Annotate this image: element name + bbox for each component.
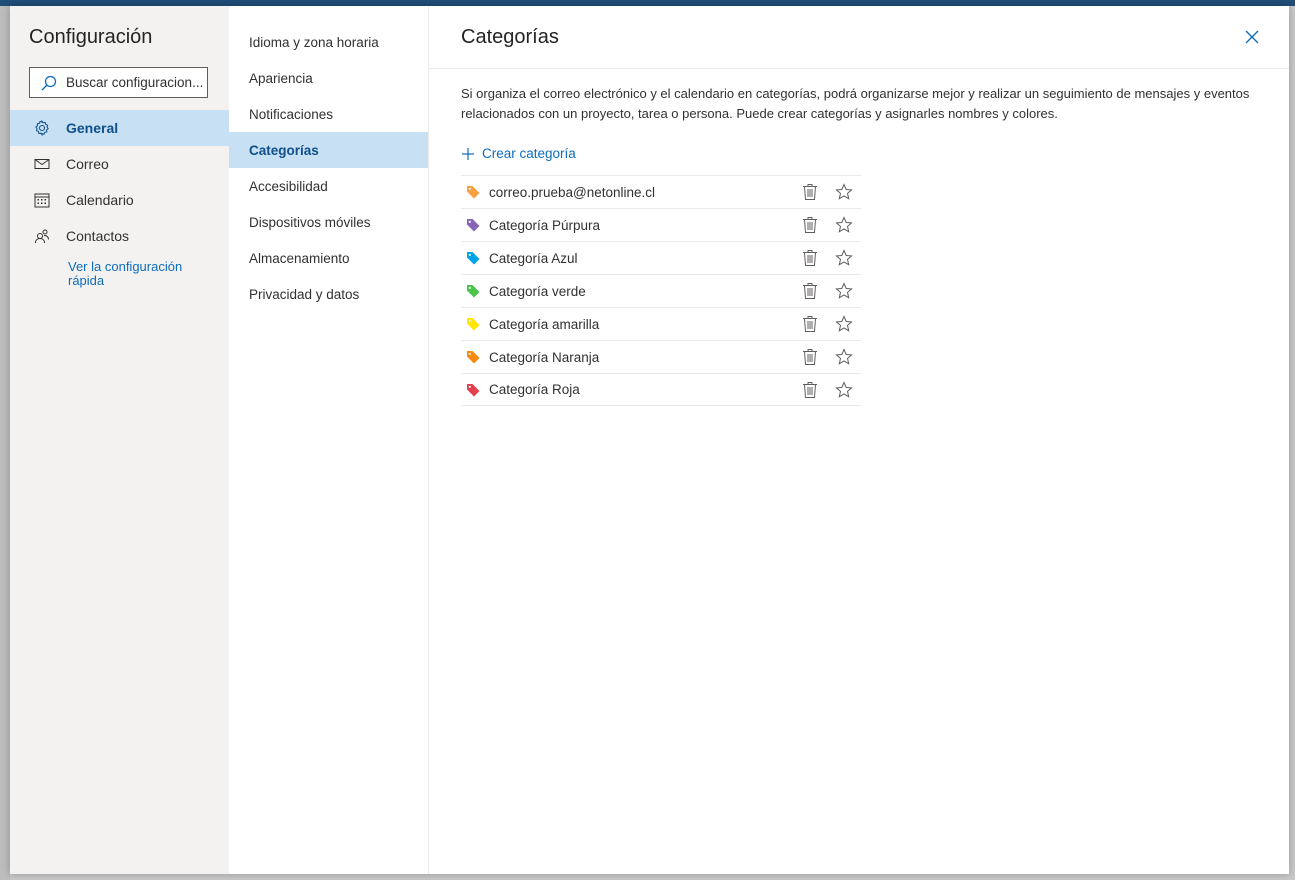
- quick-settings-link[interactable]: Ver la configuración rápida: [68, 260, 218, 288]
- people-icon: [34, 228, 50, 244]
- trash-icon: [803, 184, 817, 200]
- delete-category-button[interactable]: [802, 315, 818, 333]
- category-row: Categoría Púrpura: [461, 208, 861, 241]
- settings-subnav-list: Idioma y zona horaria Apariencia Notific…: [229, 24, 428, 312]
- sidebar-item-mail[interactable]: Correo: [10, 146, 229, 182]
- tag-icon: [467, 285, 480, 298]
- favorite-category-button[interactable]: [835, 348, 853, 366]
- subnav-item-notifications[interactable]: Notificaciones: [229, 96, 428, 132]
- tag-icon: [467, 318, 480, 331]
- categories-panel: Categorías Si organiza el correo electró…: [429, 6, 1289, 874]
- delete-category-button[interactable]: [802, 183, 818, 201]
- favorite-category-button[interactable]: [835, 282, 853, 300]
- favorite-category-button[interactable]: [835, 216, 853, 234]
- tag-icon: [467, 383, 480, 396]
- subnav-item-categories[interactable]: Categorías: [229, 132, 428, 168]
- category-row: Categoría Azul: [461, 241, 861, 274]
- trash-icon: [803, 217, 817, 233]
- star-icon: [835, 348, 853, 365]
- star-icon: [835, 216, 853, 233]
- star-icon: [835, 381, 853, 398]
- settings-subnav: Idioma y zona horaria Apariencia Notific…: [229, 6, 429, 874]
- plus-icon: [462, 147, 474, 160]
- category-name: Categoría Azul: [489, 250, 578, 266]
- favorite-category-button[interactable]: [835, 381, 853, 399]
- settings-search-box[interactable]: [29, 67, 208, 98]
- sidebar-item-label: Calendario: [66, 192, 134, 208]
- sidebar-item-calendar[interactable]: Calendario: [10, 182, 229, 218]
- subnav-item-language[interactable]: Idioma y zona horaria: [229, 24, 428, 60]
- category-row: Categoría Roja: [461, 373, 861, 406]
- header-divider: [429, 68, 1289, 69]
- subnav-item-mobile-devices[interactable]: Dispositivos móviles: [229, 204, 428, 240]
- sidebar-item-contacts[interactable]: Contactos: [10, 218, 229, 254]
- category-name: Categoría Naranja: [489, 349, 600, 365]
- search-icon: [40, 74, 58, 92]
- category-row: Categoría amarilla: [461, 307, 861, 340]
- delete-category-button[interactable]: [802, 381, 818, 399]
- delete-category-button[interactable]: [802, 282, 818, 300]
- delete-category-button[interactable]: [802, 348, 818, 366]
- favorite-category-button[interactable]: [835, 249, 853, 267]
- page-title: Categorías: [461, 26, 559, 48]
- star-icon: [835, 183, 853, 200]
- settings-sidebar: Configuración General Correo: [10, 6, 229, 874]
- subnav-item-storage[interactable]: Almacenamiento: [229, 240, 428, 276]
- star-icon: [835, 249, 853, 266]
- category-name: Categoría Púrpura: [489, 217, 601, 233]
- settings-dialog: Configuración General Correo: [10, 6, 1289, 874]
- favorite-category-button[interactable]: [835, 183, 853, 201]
- subnav-item-accessibility[interactable]: Accesibilidad: [229, 168, 428, 204]
- tag-icon: [467, 351, 480, 364]
- create-category-button[interactable]: Crear categoría: [461, 146, 576, 161]
- trash-icon: [803, 382, 817, 398]
- tag-icon: [467, 252, 480, 265]
- trash-icon: [803, 250, 817, 266]
- category-name: Categoría amarilla: [489, 316, 600, 332]
- category-list: correo.prueba@netonline.cl Categoría Púr…: [461, 175, 861, 406]
- favorite-category-button[interactable]: [835, 315, 853, 333]
- category-row: Categoría verde: [461, 274, 861, 307]
- close-button[interactable]: [1243, 28, 1261, 46]
- category-name: Categoría verde: [489, 283, 586, 299]
- subnav-item-appearance[interactable]: Apariencia: [229, 60, 428, 96]
- background-app-strip: [0, 6, 10, 880]
- mail-icon: [34, 156, 50, 172]
- tag-icon: [467, 186, 480, 199]
- settings-title: Configuración: [29, 26, 153, 48]
- settings-sidebar-list: General Correo Calendario Contactos: [10, 110, 229, 254]
- category-row: correo.prueba@netonline.cl: [461, 175, 861, 208]
- delete-category-button[interactable]: [802, 249, 818, 267]
- category-row: Categoría Naranja: [461, 340, 861, 373]
- category-name: Categoría Roja: [489, 382, 580, 397]
- delete-category-button[interactable]: [802, 216, 818, 234]
- sidebar-item-label: Contactos: [66, 228, 130, 244]
- category-name: correo.prueba@netonline.cl: [489, 184, 656, 200]
- gear-icon: [34, 120, 50, 136]
- sidebar-item-label: General: [66, 120, 119, 136]
- calendar-icon: [34, 192, 50, 208]
- subnav-item-privacy[interactable]: Privacidad y datos: [229, 276, 428, 312]
- trash-icon: [803, 283, 817, 299]
- close-icon: [1245, 30, 1259, 44]
- trash-icon: [803, 349, 817, 365]
- star-icon: [835, 282, 853, 299]
- trash-icon: [803, 316, 817, 332]
- star-icon: [835, 315, 853, 332]
- create-category-label: Crear categoría: [482, 146, 576, 161]
- settings-search-input[interactable]: [66, 75, 206, 90]
- tag-icon: [467, 219, 480, 232]
- sidebar-item-general[interactable]: General: [10, 110, 229, 146]
- sidebar-item-label: Correo: [66, 156, 109, 172]
- categories-description: Si organiza el correo electrónico y el c…: [461, 86, 1250, 121]
